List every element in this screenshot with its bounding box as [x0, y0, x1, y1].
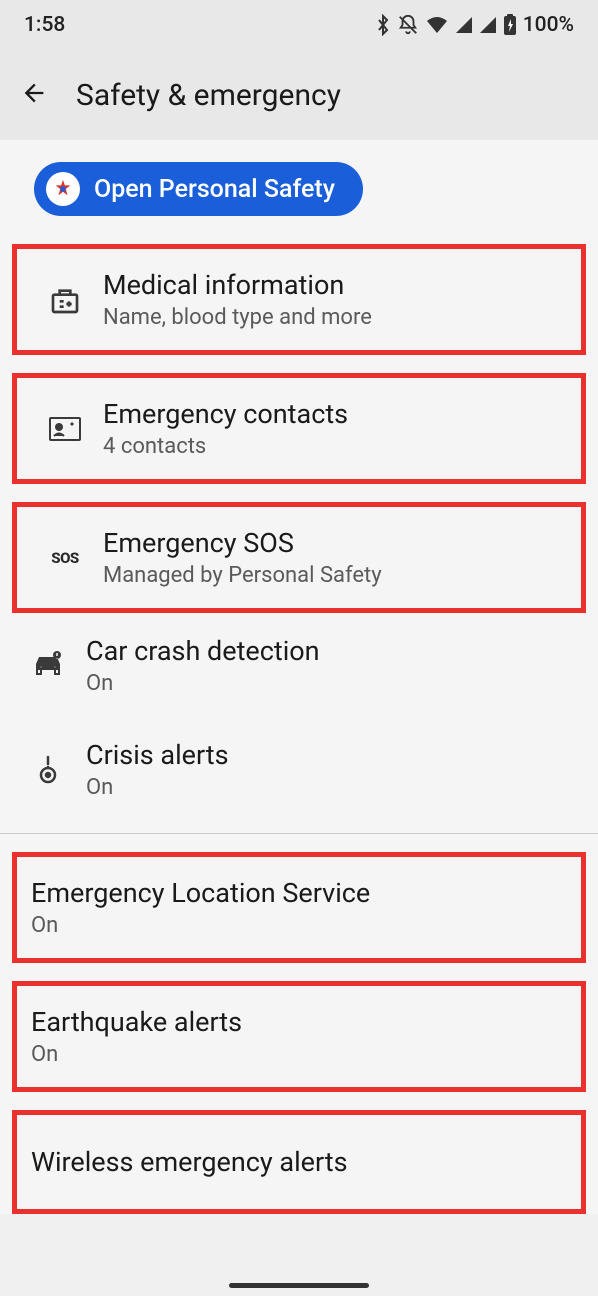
notifications-off-icon [397, 14, 419, 36]
back-arrow-icon[interactable] [20, 79, 48, 111]
item-title: Crisis alerts [86, 739, 574, 771]
wireless-emergency-alerts-item[interactable]: Wireless emergency alerts [12, 1110, 586, 1214]
item-title: Emergency SOS [103, 527, 557, 559]
emergency-location-service-item[interactable]: Emergency Location Service On [12, 852, 586, 963]
car-crash-icon [24, 650, 72, 680]
page-title: Safety & emergency [76, 78, 341, 113]
item-title: Wireless emergency alerts [31, 1146, 567, 1178]
item-title: Earthquake alerts [31, 1006, 567, 1038]
sos-icon: SOS [41, 549, 89, 567]
signal-icon-1 [455, 16, 473, 34]
item-title: Car crash detection [86, 635, 574, 667]
emergency-sos-item[interactable]: SOS Emergency SOS Managed by Personal Sa… [12, 502, 586, 613]
item-title: Medical information [103, 269, 557, 301]
item-subtitle: On [86, 775, 574, 800]
medical-info-icon [41, 284, 89, 316]
item-title: Emergency Location Service [31, 877, 567, 909]
item-subtitle: On [31, 1042, 567, 1067]
navigation-handle[interactable] [229, 1283, 369, 1288]
earthquake-alerts-item[interactable]: Earthquake alerts On [12, 981, 586, 1092]
app-bar: Safety & emergency [0, 50, 598, 140]
bluetooth-icon [375, 14, 391, 36]
item-subtitle: Name, blood type and more [103, 305, 557, 330]
settings-list: Medical information Name, blood type and… [0, 244, 598, 1214]
item-subtitle: 4 contacts [103, 434, 557, 459]
item-subtitle: On [31, 913, 567, 938]
personal-safety-app-icon [46, 172, 80, 206]
status-icons: 100% [375, 13, 574, 37]
contacts-card-icon [41, 416, 89, 442]
item-subtitle: Managed by Personal Safety [103, 563, 557, 588]
car-crash-detection-item[interactable]: Car crash detection On [0, 613, 598, 717]
content: Open Personal Safety Medical information… [0, 140, 598, 1214]
crisis-alerts-item[interactable]: Crisis alerts On [0, 717, 598, 821]
pill-label: Open Personal Safety [94, 175, 335, 204]
open-personal-safety-button[interactable]: Open Personal Safety [34, 162, 363, 216]
medical-information-item[interactable]: Medical information Name, blood type and… [12, 244, 586, 355]
divider [0, 833, 598, 834]
crisis-alerts-icon [24, 753, 72, 785]
status-bar: 1:58 100% [0, 0, 598, 50]
signal-icon-2 [479, 16, 497, 34]
battery-charging-icon [503, 14, 517, 36]
wifi-icon [425, 15, 449, 35]
battery-percent: 100% [523, 13, 574, 37]
item-title: Emergency contacts [103, 398, 557, 430]
status-time: 1:58 [24, 13, 65, 37]
emergency-contacts-item[interactable]: Emergency contacts 4 contacts [12, 373, 586, 484]
item-subtitle: On [86, 671, 574, 696]
